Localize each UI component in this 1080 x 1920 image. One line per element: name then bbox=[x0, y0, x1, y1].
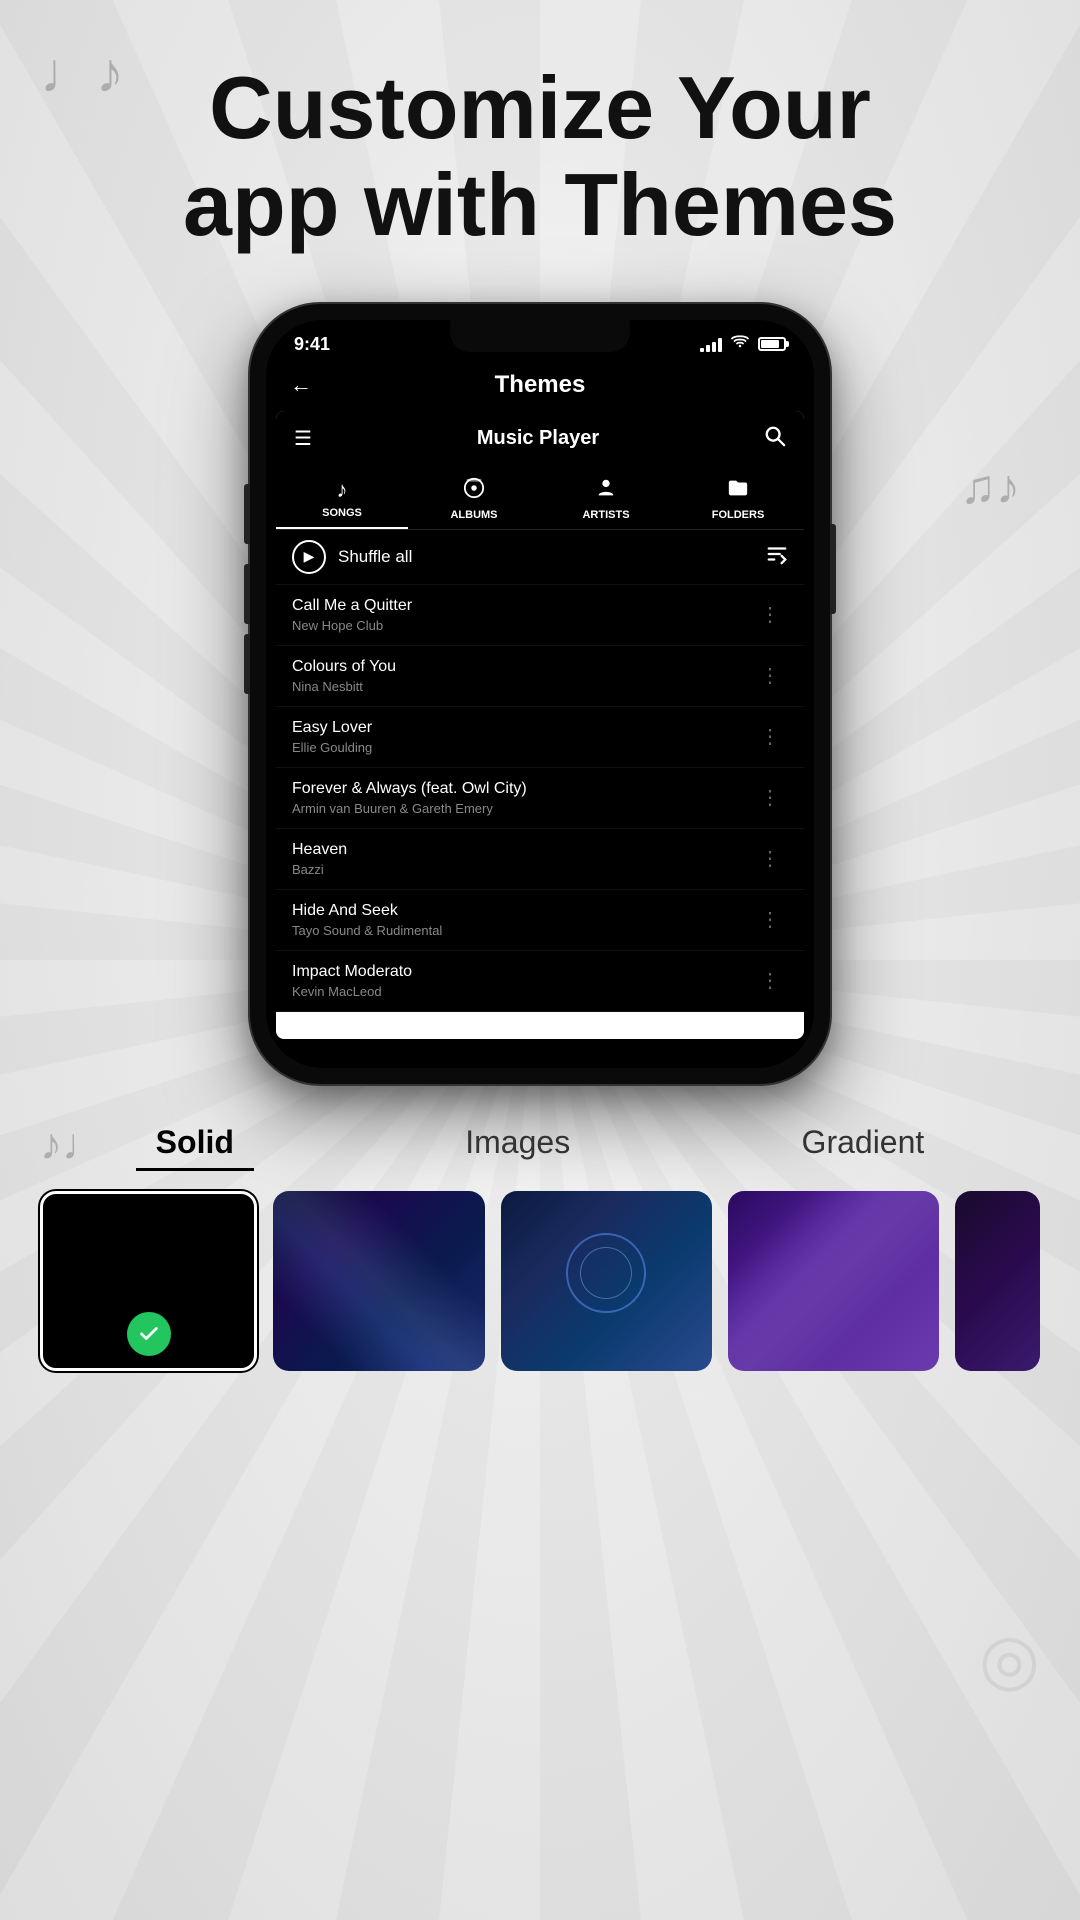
tab-songs[interactable]: ♪ SONGS bbox=[276, 467, 408, 529]
phone-screen: 9:41 bbox=[266, 320, 814, 1068]
theme-card-cosmic[interactable] bbox=[501, 1191, 712, 1371]
albums-icon bbox=[463, 477, 485, 505]
inner-app-title: Music Player bbox=[477, 427, 599, 450]
song-info-6: Hide And Seek Tayo Sound & Rudimental bbox=[292, 902, 752, 938]
battery-icon bbox=[758, 337, 786, 351]
header-title: Customize Your app with Themes bbox=[60, 60, 1020, 254]
tab-artists[interactable]: ARTISTS bbox=[540, 467, 672, 529]
more-menu-7[interactable]: ⋮ bbox=[752, 964, 788, 997]
selected-check-icon bbox=[127, 1312, 171, 1356]
song-item-1[interactable]: Call Me a Quitter New Hope Club ⋮ bbox=[276, 585, 804, 646]
navigation-tabs: ♪ SONGS ALBUMS ARTISTS bbox=[276, 467, 804, 530]
theme-tab-images[interactable]: Images bbox=[445, 1114, 590, 1171]
song-item-2[interactable]: Colours of You Nina Nesbitt ⋮ bbox=[276, 646, 804, 707]
folders-icon bbox=[727, 477, 749, 505]
themes-tabs: Solid Images Gradient bbox=[40, 1114, 1040, 1171]
themes-section: Solid Images Gradient bbox=[0, 1114, 1080, 1371]
song-item-3[interactable]: Easy Lover Ellie Goulding ⋮ bbox=[276, 707, 804, 768]
song-item-7[interactable]: Impact Moderato Kevin MacLeod ⋮ bbox=[276, 951, 804, 1012]
song-item-6[interactable]: Hide And Seek Tayo Sound & Rudimental ⋮ bbox=[276, 890, 804, 951]
sort-icon[interactable] bbox=[766, 543, 788, 571]
song-info-3: Easy Lover Ellie Goulding bbox=[292, 719, 752, 755]
more-menu-2[interactable]: ⋮ bbox=[752, 659, 788, 692]
more-menu-4[interactable]: ⋮ bbox=[752, 781, 788, 814]
song-list: Call Me a Quitter New Hope Club ⋮ Colour… bbox=[276, 585, 804, 1012]
phone-mockup: 9:41 bbox=[0, 304, 1080, 1084]
search-icon[interactable] bbox=[764, 425, 786, 453]
wifi-icon bbox=[730, 335, 750, 354]
songs-icon: ♪ bbox=[337, 477, 348, 503]
inner-screen: ☰ Music Player ♪ SONGS bbox=[276, 411, 804, 1039]
song-info-7: Impact Moderato Kevin MacLeod bbox=[292, 963, 752, 999]
more-menu-6[interactable]: ⋮ bbox=[752, 903, 788, 936]
status-time: 9:41 bbox=[294, 334, 330, 355]
shuffle-row: ▶ Shuffle all bbox=[276, 530, 804, 585]
shuffle-label: Shuffle all bbox=[338, 547, 412, 567]
inner-app-header: ☰ Music Player bbox=[276, 411, 804, 467]
song-info-2: Colours of You Nina Nesbitt bbox=[292, 658, 752, 694]
theme-card-purple[interactable] bbox=[728, 1191, 939, 1371]
artists-icon bbox=[595, 477, 617, 505]
shuffle-left: ▶ Shuffle all bbox=[292, 540, 412, 574]
song-info-1: Call Me a Quitter New Hope Club bbox=[292, 597, 752, 633]
phone-frame: 9:41 bbox=[250, 304, 830, 1084]
song-info-5: Heaven Bazzi bbox=[292, 841, 752, 877]
play-button[interactable]: ▶ bbox=[292, 540, 326, 574]
status-right bbox=[700, 335, 786, 354]
theme-card-blue[interactable] bbox=[273, 1191, 484, 1371]
more-menu-3[interactable]: ⋮ bbox=[752, 720, 788, 753]
music-note-bottom-right: ◎ bbox=[979, 1618, 1040, 1700]
themes-screen-title: Themes bbox=[495, 371, 586, 399]
header: Customize Your app with Themes bbox=[0, 0, 1080, 284]
theme-grid bbox=[40, 1191, 1040, 1371]
phone-notch bbox=[450, 320, 630, 352]
theme-card-dark[interactable] bbox=[955, 1191, 1040, 1371]
tab-albums[interactable]: ALBUMS bbox=[408, 467, 540, 529]
signal-bars bbox=[700, 336, 722, 352]
more-menu-1[interactable]: ⋮ bbox=[752, 598, 788, 631]
song-info-4: Forever & Always (feat. Owl City) Armin … bbox=[292, 780, 752, 816]
song-item-4[interactable]: Forever & Always (feat. Owl City) Armin … bbox=[276, 768, 804, 829]
back-arrow-icon[interactable]: ← bbox=[290, 372, 312, 398]
theme-tab-solid[interactable]: Solid bbox=[136, 1114, 254, 1171]
tab-folders[interactable]: FOLDERS bbox=[672, 467, 804, 529]
more-menu-5[interactable]: ⋮ bbox=[752, 842, 788, 875]
theme-card-solid[interactable] bbox=[40, 1191, 257, 1371]
app-header: ← Themes bbox=[266, 363, 814, 411]
theme-tab-gradient[interactable]: Gradient bbox=[782, 1114, 945, 1171]
song-item-5[interactable]: Heaven Bazzi ⋮ bbox=[276, 829, 804, 890]
hamburger-icon[interactable]: ☰ bbox=[294, 426, 312, 451]
